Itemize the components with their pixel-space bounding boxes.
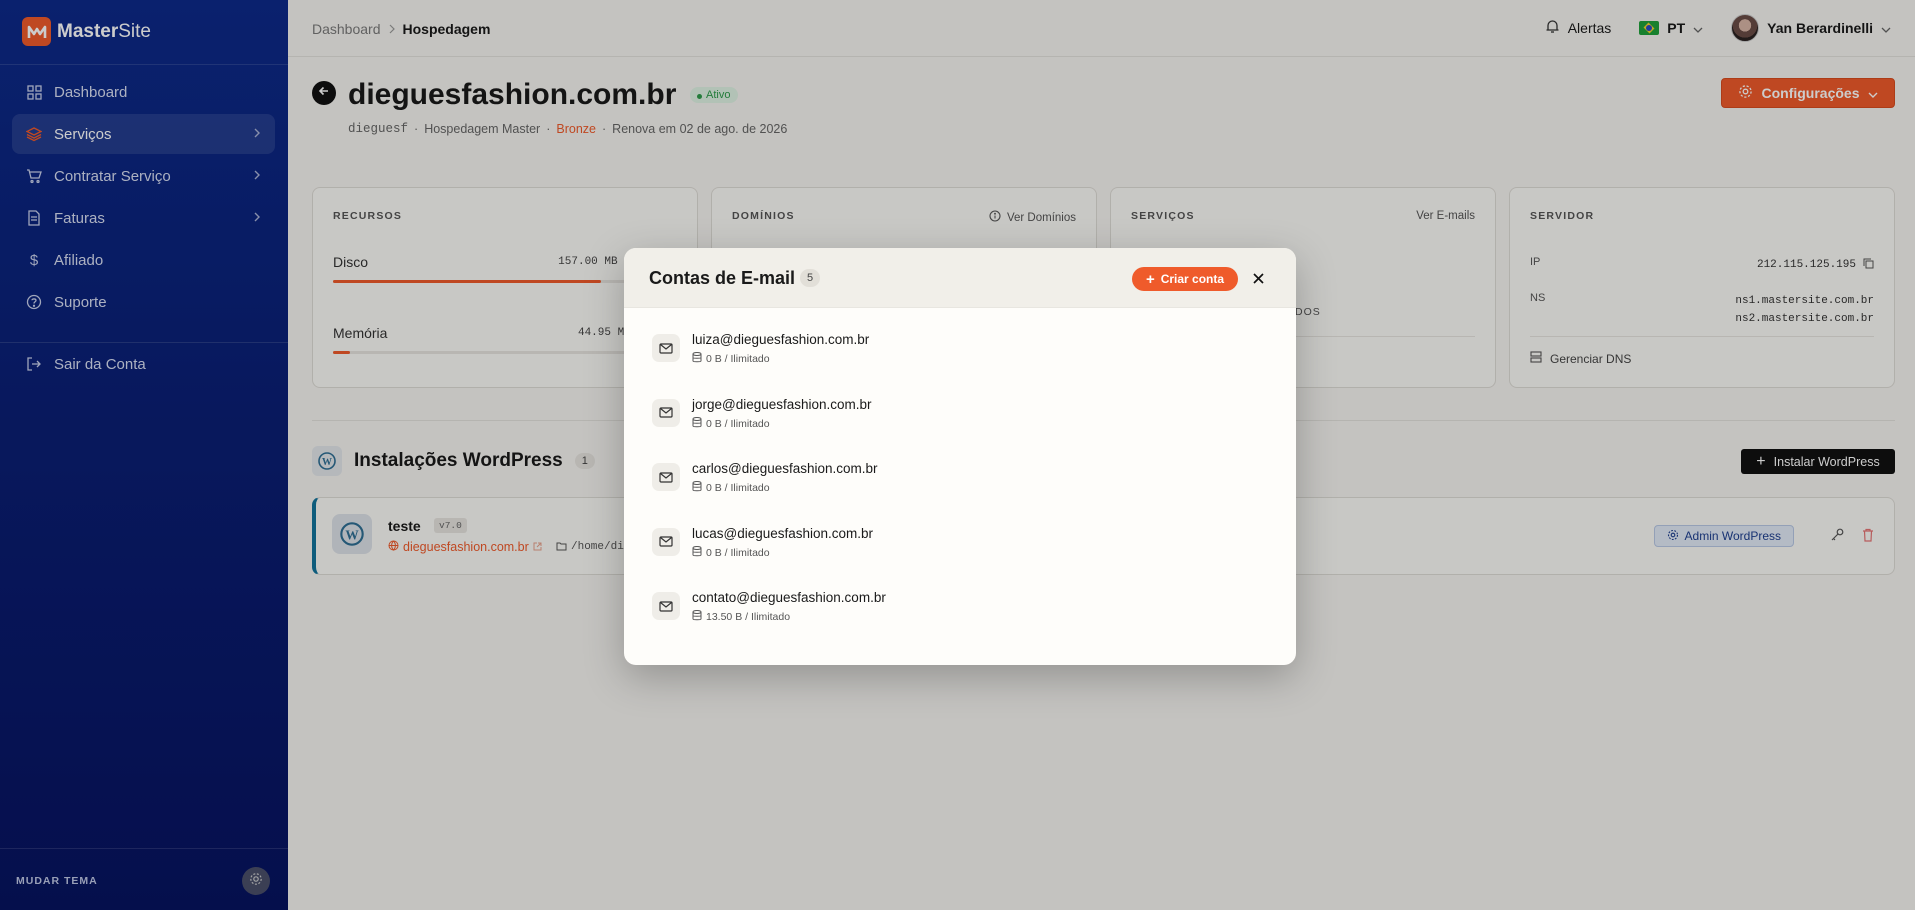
email-list-item[interactable]: jorge@dieguesfashion.com.br 0 B / Ilimita… [652,397,1252,462]
mail-icon [652,463,680,491]
email-address: jorge@dieguesfashion.com.br [692,396,872,412]
mail-icon [652,334,680,362]
database-icon [692,352,702,366]
modal-header: Contas de E-mail 5 + Criar conta [624,248,1296,308]
email-quota: 13.50 B / Ilimitado [692,610,790,624]
mail-icon [652,592,680,620]
email-address: carlos@dieguesfashion.com.br [692,461,878,476]
email-quota-value: 0 B / Ilimitado [706,353,770,365]
email-list-item[interactable]: carlos@dieguesfashion.com.br 0 B / Ilimit… [652,461,1252,526]
database-icon [692,416,702,431]
email-quota: 0 B / Ilimitado [692,352,770,366]
email-quota-value: 0 B / Ilimitado [706,546,770,559]
email-address: luiza@dieguesfashion.com.br [692,332,870,347]
email-quota-value: 0 B / Ilimitado [706,482,770,494]
modal-title: Contas de E-mail [649,268,796,288]
create-account-button[interactable]: + Criar conta [1132,267,1238,291]
plus-icon: + [1145,270,1155,288]
mail-icon [652,527,680,556]
mail-icon [652,398,680,427]
email-count-badge: 5 [800,269,821,287]
email-list-item[interactable]: contato@dieguesfashion.com.br 13.50 B / I… [652,590,1252,655]
email-quota-value: 0 B / Ilimitado [706,417,770,430]
email-quota-value: 13.50 B / Ilimitado [706,611,791,623]
create-account-label: Criar conta [1160,272,1225,286]
email-quota: 0 B / Ilimitado [692,481,770,495]
database-icon [692,545,702,560]
email-quota: 0 B / Ilimitado [692,416,770,431]
email-address: contato@dieguesfashion.com.br [692,590,886,605]
database-icon [692,610,702,624]
database-icon [692,481,702,495]
email-accounts-modal: Contas de E-mail 5 + Criar conta luiza@d… [624,248,1296,665]
email-list: luiza@dieguesfashion.com.br 0 B / Ilimita… [652,332,1252,655]
email-address: lucas@dieguesfashion.com.br [692,525,874,541]
close-icon [1252,271,1264,289]
email-quota: 0 B / Ilimitado [692,545,770,560]
email-list-item[interactable]: lucas@dieguesfashion.com.br 0 B / Ilimita… [652,526,1252,591]
email-list-item[interactable]: luiza@dieguesfashion.com.br 0 B / Ilimita… [652,332,1252,397]
close-modal-button[interactable] [1248,270,1268,290]
